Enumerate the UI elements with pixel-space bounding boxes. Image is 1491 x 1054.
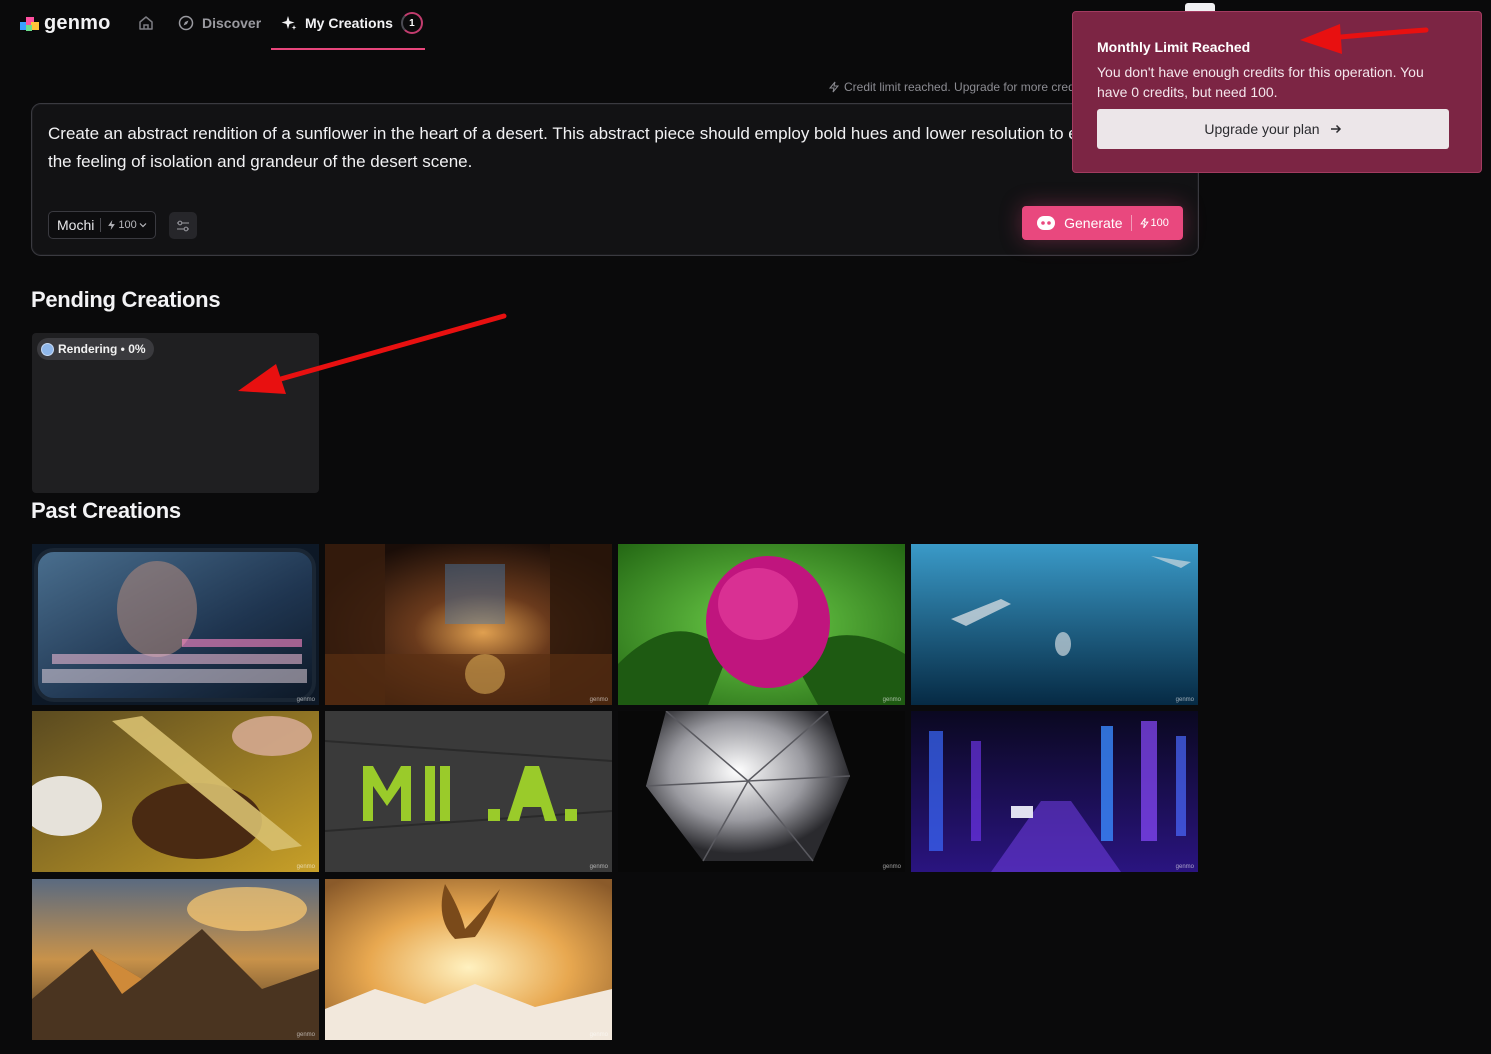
lightning-icon [108, 220, 116, 230]
creation-thumbnail-pink-peony-bud[interactable]: genmo [618, 544, 905, 705]
lightning-icon [1139, 218, 1149, 228]
rendering-spinner-icon [41, 342, 54, 356]
thumbnail-watermark: genmo [1175, 864, 1194, 870]
creation-thumbnail-underwater-swimmers[interactable]: genmo [911, 544, 1198, 705]
home-icon[interactable] [137, 14, 155, 32]
lightning-icon [828, 81, 840, 93]
credit-limit-notice: Credit limit reached. Upgrade for more c… [828, 80, 1075, 94]
nav-discover[interactable]: Discover [178, 12, 261, 34]
chevron-down-icon [139, 223, 147, 228]
logo[interactable]: genmo [18, 10, 111, 36]
rendering-status-text: Rendering • 0% [58, 342, 146, 356]
thumbnail-watermark: genmo [296, 864, 315, 870]
model-select[interactable]: Mochi 100 [48, 211, 156, 239]
generate-cost: 100 [1139, 217, 1169, 229]
pending-creation-card[interactable]: Rendering • 0% [32, 333, 319, 493]
generate-divider [1130, 215, 1132, 231]
creation-thumbnail-moss-letters-slate[interactable]: genmo [325, 711, 612, 872]
toast-title: Monthly Limit Reached [1097, 39, 1251, 55]
model-cost: 100 [107, 219, 147, 231]
generate-cost-value: 100 [1150, 217, 1169, 229]
arrow-right-icon [1330, 124, 1341, 134]
pending-creations-heading: Pending Creations [31, 287, 221, 312]
rendering-status-badge: Rendering • 0% [37, 338, 154, 360]
prompt-input[interactable]: Create an abstract rendition of a sunflo… [48, 120, 1158, 180]
sliders-icon [177, 220, 189, 231]
creation-thumbnail-diamond-closeup[interactable]: genmo [618, 711, 905, 872]
nav-discover-label: Discover [202, 15, 262, 31]
creation-thumbnail-neon-city-street[interactable]: genmo [911, 711, 1198, 872]
upgrade-plan-button[interactable]: Upgrade your plan [1097, 109, 1449, 149]
thumbnail-watermark: genmo [296, 1032, 315, 1038]
creation-thumbnail-train-window-woman[interactable]: genmo [32, 544, 319, 705]
thumbnail-watermark: genmo [296, 697, 315, 703]
credit-limit-text: Credit limit reached. Upgrade for more c… [844, 80, 1075, 94]
thumbnail-watermark: genmo [882, 697, 901, 703]
model-name: Mochi [57, 217, 95, 233]
model-cost-value: 100 [118, 219, 137, 231]
thumbnail-watermark: genmo [1175, 697, 1194, 703]
settings-button[interactable] [169, 212, 197, 239]
thumbnail-watermark: genmo [589, 864, 608, 870]
generate-label: Generate [1064, 215, 1123, 231]
thumbnail-watermark: genmo [589, 1032, 608, 1038]
logo-text: genmo [44, 11, 111, 34]
creation-thumbnail-underground-city[interactable]: genmo [325, 544, 612, 705]
creation-thumbnail-eagle-over-mountains[interactable]: genmo [325, 879, 612, 1040]
compass-icon [178, 15, 194, 31]
monthly-limit-toast: Monthly Limit Reached You don't have eno… [1072, 11, 1482, 173]
generate-button[interactable]: Generate 100 [1022, 206, 1183, 240]
nav-my-creations-label: My Creations [305, 15, 393, 31]
thumbnail-watermark: genmo [589, 697, 608, 703]
active-tab-indicator [271, 48, 425, 50]
creations-count-badge: 1 [400, 12, 423, 34]
sparkle-icon [281, 16, 297, 30]
genmo-bot-icon [1037, 216, 1056, 230]
nav-my-creations[interactable]: My Creations 1 [281, 12, 423, 34]
upgrade-plan-label: Upgrade your plan [1204, 121, 1320, 137]
genmo-logo-icon [18, 13, 40, 33]
creation-thumbnail-knife-cutting-meat[interactable]: genmo [32, 711, 319, 872]
toast-message: You don't have enough credits for this o… [1097, 64, 1424, 100]
creation-thumbnail-mountain-sunset[interactable]: genmo [32, 879, 319, 1040]
model-divider [100, 218, 102, 232]
past-creations-heading: Past Creations [31, 498, 181, 523]
prompt-card: Create an abstract rendition of a sunflo… [31, 103, 1199, 256]
thumbnail-watermark: genmo [882, 864, 901, 870]
